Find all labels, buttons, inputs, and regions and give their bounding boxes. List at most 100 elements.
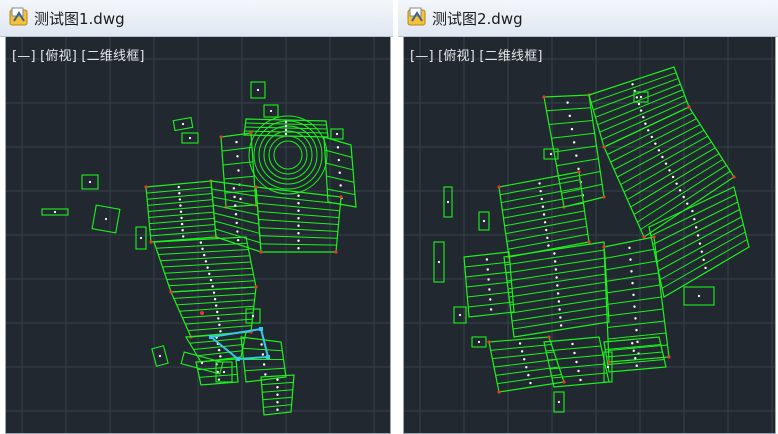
parcel-point bbox=[209, 278, 213, 282]
parcel-point bbox=[214, 304, 218, 307]
window-title-bar[interactable]: 测试图1.dwg bbox=[0, 0, 393, 37]
parcel-line bbox=[504, 249, 605, 266]
parcel-point bbox=[529, 381, 532, 385]
parcel-point bbox=[201, 247, 204, 251]
parcel-point bbox=[489, 308, 493, 311]
parcel-line bbox=[608, 344, 668, 351]
vertex-mark bbox=[562, 380, 566, 384]
vertex-mark bbox=[602, 195, 606, 199]
parcel-point bbox=[644, 122, 647, 125]
parcel-line bbox=[490, 344, 552, 351]
parcel-line bbox=[593, 77, 679, 111]
parcel-point bbox=[181, 122, 185, 126]
parcel-point bbox=[632, 293, 635, 297]
parcel-point bbox=[217, 317, 220, 320]
vertex-mark bbox=[254, 185, 258, 189]
window-title-bar[interactable]: 测试图2.dwg bbox=[398, 0, 778, 37]
parcel-outline bbox=[603, 236, 670, 363]
parcel-point bbox=[668, 169, 671, 172]
parcel-point bbox=[179, 210, 183, 213]
grip-handle bbox=[236, 357, 240, 361]
parcel-point bbox=[276, 401, 279, 404]
parcel-point bbox=[180, 216, 183, 220]
parcel-line bbox=[605, 344, 661, 350]
parcel-point bbox=[336, 146, 340, 149]
parcel-point bbox=[661, 155, 664, 159]
parcel-point bbox=[556, 284, 559, 287]
parcel-line bbox=[468, 301, 514, 308]
parcel-point bbox=[104, 217, 108, 221]
parcel-point bbox=[559, 316, 562, 319]
vertex-mark bbox=[732, 175, 736, 179]
viewport-control-label[interactable]: [—] [俯视] [二维线框] bbox=[12, 45, 145, 64]
parcel-line bbox=[176, 299, 255, 306]
parcel-point bbox=[178, 198, 182, 201]
parcel-line bbox=[503, 202, 584, 219]
parcel-point bbox=[579, 378, 582, 382]
parcel-point bbox=[276, 378, 279, 381]
parcel-point bbox=[577, 369, 580, 373]
ring-parcel bbox=[263, 130, 313, 180]
model-viewport[interactable]: [—] [俯视] [二维线框] bbox=[5, 37, 391, 434]
parcel-point bbox=[570, 127, 574, 131]
parcel-line bbox=[464, 261, 510, 268]
parcel-line bbox=[504, 210, 585, 227]
parcel-line bbox=[512, 313, 609, 330]
parcel-drawing-canvas[interactable] bbox=[404, 37, 776, 434]
parcel-point bbox=[251, 314, 255, 318]
parcel-point bbox=[208, 272, 211, 276]
parcel-line bbox=[158, 249, 249, 255]
parcel-point bbox=[297, 209, 300, 212]
parcel-point bbox=[297, 224, 300, 227]
parcel-point bbox=[543, 221, 547, 224]
model-viewport[interactable]: [—] [俯视] [二维线框] bbox=[403, 37, 776, 434]
ring-parcel bbox=[258, 125, 318, 185]
vertex-mark bbox=[602, 245, 606, 249]
parcel-line bbox=[259, 235, 338, 239]
parcel-point bbox=[559, 324, 563, 327]
parcel-point bbox=[276, 386, 279, 389]
parcel-line bbox=[507, 273, 607, 290]
parcel-point bbox=[335, 132, 339, 136]
parcel-line bbox=[551, 132, 595, 139]
parcel-line bbox=[173, 292, 256, 299]
parcel-line bbox=[257, 210, 340, 219]
vertex-mark bbox=[259, 250, 263, 254]
parcel-drawing-canvas[interactable] bbox=[6, 37, 391, 434]
parcel-point bbox=[631, 83, 634, 86]
parcel-point bbox=[702, 258, 705, 262]
parcel-point bbox=[647, 129, 650, 132]
parcel-point bbox=[557, 300, 561, 303]
parcel-point bbox=[575, 154, 578, 157]
parcel-line bbox=[606, 351, 663, 358]
vertex-mark bbox=[587, 240, 591, 244]
drawing-window-2[interactable]: 测试图2.dwg [—] [俯视] [二维线框] bbox=[398, 0, 778, 434]
parcel-point bbox=[700, 250, 704, 253]
parcel-point bbox=[212, 291, 216, 294]
grip-handle bbox=[209, 335, 213, 339]
parcel-point bbox=[556, 292, 560, 295]
parcel-point bbox=[276, 393, 279, 396]
autocad-drawing-file-icon bbox=[407, 7, 426, 26]
parcel-point bbox=[654, 142, 657, 145]
vertex-mark bbox=[542, 95, 546, 99]
parcel-polylines bbox=[433, 66, 750, 413]
vertex-mark bbox=[687, 105, 691, 109]
parcel-line bbox=[654, 209, 740, 254]
parcel-line bbox=[511, 305, 609, 322]
parcel-line bbox=[262, 396, 293, 401]
parcel-point bbox=[525, 366, 528, 369]
vertex-mark bbox=[339, 195, 343, 199]
parcel-point bbox=[179, 204, 182, 207]
parcel-line bbox=[223, 175, 255, 180]
parcel-line bbox=[505, 218, 586, 235]
viewport-control-label[interactable]: [—] [俯视] [二维线框] bbox=[410, 45, 543, 64]
parcel-line bbox=[211, 188, 257, 197]
drawing-window-1[interactable]: 测试图1.dwg [—] [俯视] [二维线框] bbox=[0, 0, 393, 434]
parcel-line bbox=[259, 227, 338, 232]
parcel-point bbox=[178, 192, 181, 195]
parcel-point bbox=[697, 294, 701, 298]
parcel-line bbox=[601, 100, 688, 141]
parcel-line bbox=[656, 216, 742, 263]
parcel-point bbox=[139, 236, 143, 240]
